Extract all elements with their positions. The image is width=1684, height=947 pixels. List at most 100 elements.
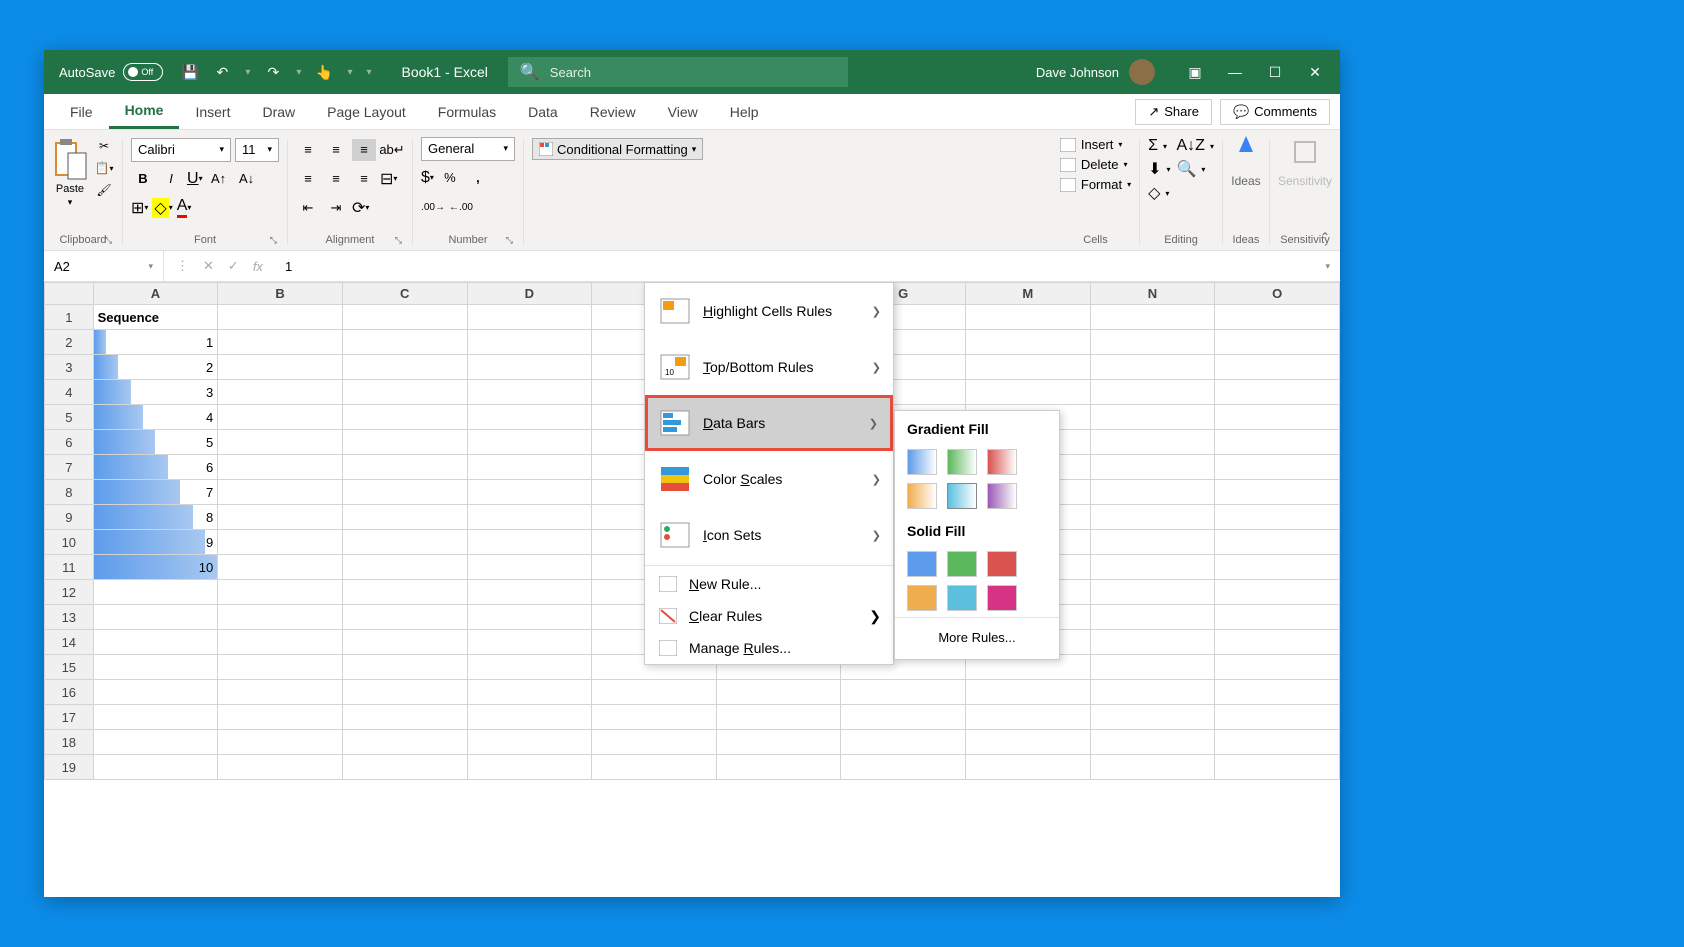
share-button[interactable]: ↗Share bbox=[1135, 99, 1212, 125]
cell-O3[interactable] bbox=[1215, 355, 1340, 380]
clear-button[interactable]: ◇ ▾ bbox=[1148, 183, 1170, 203]
qat-dropdown[interactable]: ▾ bbox=[347, 67, 352, 78]
sensitivity-button[interactable]: Sensitivity bbox=[1278, 134, 1332, 188]
cell-M1[interactable] bbox=[966, 305, 1091, 330]
format-cells-button[interactable]: Format ▾ bbox=[1060, 177, 1131, 192]
solid-purple[interactable] bbox=[987, 585, 1017, 611]
format-painter-icon[interactable]: 🖌 bbox=[94, 181, 114, 199]
gradient-blue[interactable] bbox=[907, 449, 937, 475]
col-header-B[interactable]: B bbox=[218, 283, 343, 305]
cell-A7[interactable]: 6 bbox=[93, 455, 218, 480]
cell-N9[interactable] bbox=[1090, 505, 1215, 530]
fx-icon[interactable]: fx bbox=[253, 259, 263, 274]
font-name-dropdown[interactable]: Calibri▾ bbox=[131, 138, 231, 162]
cell-B16[interactable] bbox=[218, 680, 343, 705]
col-header-A[interactable]: A bbox=[93, 283, 218, 305]
decrease-decimal-icon[interactable]: ←.00 bbox=[449, 196, 473, 218]
cell-G17[interactable] bbox=[841, 705, 966, 730]
cell-N14[interactable] bbox=[1090, 630, 1215, 655]
cell-C1[interactable] bbox=[342, 305, 467, 330]
tab-draw[interactable]: Draw bbox=[246, 94, 311, 129]
cell-B13[interactable] bbox=[218, 605, 343, 630]
col-header-O[interactable]: O bbox=[1215, 283, 1340, 305]
menu-top-bottom[interactable]: 10 Top/Bottom Rules❯ bbox=[645, 339, 893, 395]
user-area[interactable]: Dave Johnson bbox=[1036, 59, 1155, 85]
cell-N3[interactable] bbox=[1090, 355, 1215, 380]
more-rules-button[interactable]: More Rules... bbox=[895, 620, 1059, 655]
cell-O8[interactable] bbox=[1215, 480, 1340, 505]
expand-formula-icon[interactable]: ▾ bbox=[1325, 261, 1330, 272]
qat-customize-icon[interactable]: ▾ bbox=[366, 67, 371, 78]
cell-D3[interactable] bbox=[467, 355, 592, 380]
cell-N13[interactable] bbox=[1090, 605, 1215, 630]
spreadsheet-grid[interactable]: ABCDEFGMNO1Sequence213243546576879810911… bbox=[44, 282, 1340, 897]
row-header-16[interactable]: 16 bbox=[45, 680, 94, 705]
cell-O7[interactable] bbox=[1215, 455, 1340, 480]
name-box[interactable]: A2▾ bbox=[44, 251, 164, 281]
conditional-formatting-button[interactable]: Conditional Formatting ▾ bbox=[532, 138, 703, 160]
increase-decimal-icon[interactable]: .00→ bbox=[421, 196, 445, 218]
menu-new-rule[interactable]: New Rule... bbox=[645, 568, 893, 600]
cell-B4[interactable] bbox=[218, 380, 343, 405]
cell-D8[interactable] bbox=[467, 480, 592, 505]
align-center-icon[interactable]: ≡ bbox=[324, 168, 348, 190]
save-icon[interactable]: 💾 bbox=[181, 63, 199, 81]
align-bottom-icon[interactable]: ≡ bbox=[352, 139, 376, 161]
row-header-6[interactable]: 6 bbox=[45, 430, 94, 455]
cell-B6[interactable] bbox=[218, 430, 343, 455]
delete-cells-button[interactable]: Delete ▾ bbox=[1060, 157, 1131, 172]
cell-D16[interactable] bbox=[467, 680, 592, 705]
more-icon[interactable]: ⋮ bbox=[176, 258, 189, 274]
row-header-12[interactable]: 12 bbox=[45, 580, 94, 605]
align-top-icon[interactable]: ≡ bbox=[296, 139, 320, 161]
solid-blue[interactable] bbox=[907, 551, 937, 577]
cell-B7[interactable] bbox=[218, 455, 343, 480]
cell-A4[interactable]: 3 bbox=[93, 380, 218, 405]
cell-C2[interactable] bbox=[342, 330, 467, 355]
cell-A13[interactable] bbox=[93, 605, 218, 630]
cell-C12[interactable] bbox=[342, 580, 467, 605]
cell-D10[interactable] bbox=[467, 530, 592, 555]
cell-O17[interactable] bbox=[1215, 705, 1340, 730]
tab-home[interactable]: Home bbox=[109, 94, 180, 129]
autosave-toggle[interactable]: Off bbox=[123, 63, 163, 81]
cell-A2[interactable]: 1 bbox=[93, 330, 218, 355]
enter-icon[interactable]: ✓ bbox=[228, 258, 239, 274]
row-header-9[interactable]: 9 bbox=[45, 505, 94, 530]
cell-N17[interactable] bbox=[1090, 705, 1215, 730]
touch-mode-icon[interactable]: 👆 bbox=[315, 63, 333, 81]
cell-D12[interactable] bbox=[467, 580, 592, 605]
cell-B8[interactable] bbox=[218, 480, 343, 505]
paste-button[interactable]: Paste ▾ bbox=[52, 137, 88, 208]
cell-A1[interactable]: Sequence bbox=[93, 305, 218, 330]
cell-D13[interactable] bbox=[467, 605, 592, 630]
search-box[interactable]: 🔍 bbox=[508, 57, 848, 87]
search-input[interactable] bbox=[550, 65, 836, 80]
gradient-green[interactable] bbox=[947, 449, 977, 475]
tab-data[interactable]: Data bbox=[512, 94, 574, 129]
cell-N16[interactable] bbox=[1090, 680, 1215, 705]
minimize-icon[interactable]: — bbox=[1225, 62, 1245, 82]
cell-C8[interactable] bbox=[342, 480, 467, 505]
merge-button[interactable]: ⊟▾ bbox=[380, 169, 397, 189]
row-header-19[interactable]: 19 bbox=[45, 755, 94, 780]
launcher-icon[interactable]: ⤡ bbox=[105, 235, 112, 246]
solid-red[interactable] bbox=[987, 551, 1017, 577]
cell-B5[interactable] bbox=[218, 405, 343, 430]
col-header-C[interactable]: C bbox=[342, 283, 467, 305]
cell-N10[interactable] bbox=[1090, 530, 1215, 555]
cell-M2[interactable] bbox=[966, 330, 1091, 355]
row-header-11[interactable]: 11 bbox=[45, 555, 94, 580]
avatar[interactable] bbox=[1129, 59, 1155, 85]
decrease-font-icon[interactable]: A↓ bbox=[235, 168, 259, 190]
cell-E16[interactable] bbox=[592, 680, 717, 705]
cell-B18[interactable] bbox=[218, 730, 343, 755]
cell-E19[interactable] bbox=[592, 755, 717, 780]
cell-G19[interactable] bbox=[841, 755, 966, 780]
cell-B11[interactable] bbox=[218, 555, 343, 580]
cell-M19[interactable] bbox=[966, 755, 1091, 780]
cell-A18[interactable] bbox=[93, 730, 218, 755]
cell-B12[interactable] bbox=[218, 580, 343, 605]
menu-clear-rules[interactable]: Clear Rules❯ bbox=[645, 600, 893, 632]
row-header-14[interactable]: 14 bbox=[45, 630, 94, 655]
